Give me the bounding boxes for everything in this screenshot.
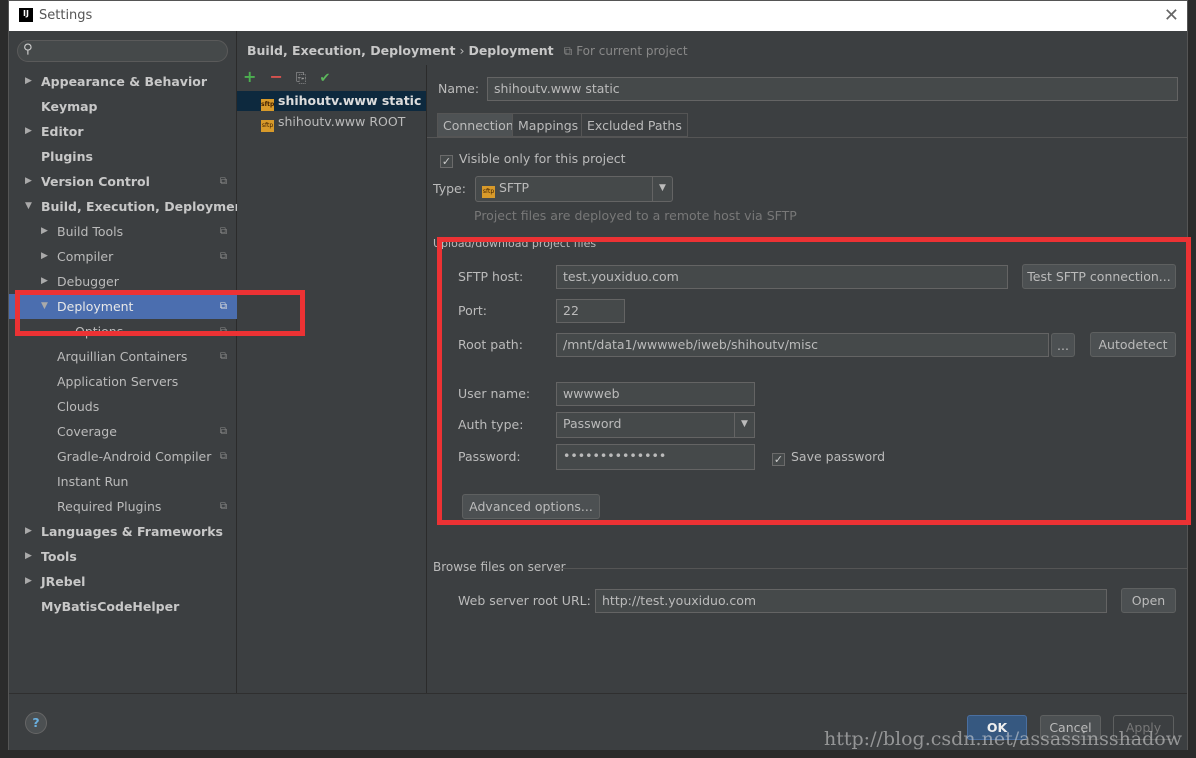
chevron-right-icon[interactable]: ▶ — [25, 69, 32, 94]
settings-sidebar: ⚲ ▶ Appearance & Behavior Keymap ▶ Editor Plu… — [9, 31, 249, 693]
close-icon[interactable]: ✕ — [1164, 5, 1179, 26]
sidebar-item-label: Editor — [41, 124, 84, 139]
project-scope-icon: ⧉ — [219, 226, 227, 237]
checkbox-checked-icon: ✓ — [440, 155, 453, 168]
tab-excluded-paths[interactable]: Excluded Paths — [581, 113, 688, 137]
project-scope-icon: ⧉ — [219, 426, 227, 437]
sidebar-item[interactable]: Required Plugins ⧉ — [9, 494, 237, 519]
settings-window: IJ Settings ✕ ⚲ ▶ Appearance & Behavior Ke… — [8, 0, 1191, 750]
project-scope-icon: ⧉ — [219, 451, 227, 462]
intellij-logo-icon: IJ — [19, 8, 33, 22]
visible-only-label: Visible only for this project — [459, 151, 626, 166]
sftp-icon: sftp — [482, 186, 495, 198]
sidebar-item-label: Plugins — [41, 149, 93, 164]
type-dropdown[interactable]: sftp SFTP ▼ — [475, 176, 673, 202]
watermark: http://blog.csdn.net/assassinsshadow — [824, 728, 1183, 750]
type-label: Type: — [433, 181, 466, 196]
sidebar-item-label: Build Tools — [57, 224, 124, 239]
sidebar-item[interactable]: Coverage ⧉ — [9, 419, 237, 444]
server-name: shihoutv.www static — [278, 93, 422, 108]
type-value: SFTP — [499, 180, 530, 195]
sidebar-item-label: Version Control — [41, 174, 150, 189]
help-button[interactable]: ? — [25, 712, 47, 734]
type-hint: Project files are deployed to a remote h… — [474, 208, 797, 223]
tab-connection[interactable]: Connection — [437, 113, 520, 137]
sidebar-item-label: MyBatisCodeHelper — [41, 599, 180, 614]
sidebar-item[interactable]: ▶ Editor — [9, 119, 237, 144]
search-icon: ⚲ — [23, 42, 33, 57]
open-button[interactable]: Open — [1121, 588, 1176, 613]
browse-section-title: Browse files on server — [433, 560, 566, 574]
sidebar-item-label: Appearance & Behavior — [41, 74, 207, 89]
chevron-down-icon[interactable]: ▼ — [25, 194, 32, 219]
sidebar-item[interactable]: Instant Run — [9, 469, 237, 494]
sidebar-item-label: Instant Run — [57, 474, 129, 489]
sidebar-item-label: Keymap — [41, 99, 98, 114]
set-default-icon[interactable]: ✔ — [320, 71, 331, 86]
sidebar-item-label: Required Plugins — [57, 499, 162, 514]
sftp-icon: sftp — [261, 99, 274, 111]
chevron-right-icon[interactable]: ▶ — [25, 519, 32, 544]
sidebar-item[interactable]: Plugins — [9, 144, 237, 169]
sftp-icon: sftp — [261, 120, 274, 132]
project-scope-icon: ⧉ — [219, 351, 227, 362]
sidebar-item[interactable]: ▶ Version Control ⧉ — [9, 169, 237, 194]
web-root-url-label: Web server root URL: — [458, 593, 591, 608]
sidebar-item-label: JRebel — [41, 574, 86, 589]
sidebar-item-label: Build, Execution, Deployment — [41, 199, 250, 214]
sidebar-item-label: Clouds — [57, 399, 100, 414]
breadcrumb-parent[interactable]: Build, Execution, Deployment — [247, 43, 455, 58]
sidebar-item[interactable]: Clouds — [9, 394, 237, 419]
add-icon[interactable]: + — [243, 67, 256, 86]
sidebar-item-label: Tools — [41, 549, 77, 564]
server-name: shihoutv.www ROOT — [278, 114, 406, 129]
sidebar-item[interactable]: ▶ Languages & Frameworks — [9, 519, 237, 544]
visible-only-checkbox[interactable]: ✓ Visible only for this project — [440, 151, 626, 168]
sidebar-item-label: Application Servers — [57, 374, 179, 389]
highlight-box-connection — [437, 237, 1191, 525]
sidebar-item[interactable]: MyBatisCodeHelper — [9, 594, 237, 619]
project-scope-icon: ⧉ — [219, 176, 227, 187]
sidebar-item[interactable]: ▶ Appearance & Behavior — [9, 69, 237, 94]
title-bar: IJ Settings ✕ — [9, 1, 1187, 31]
name-label: Name: — [438, 81, 480, 96]
chevron-right-icon[interactable]: ▶ — [25, 169, 32, 194]
chevron-right-icon[interactable]: ▶ — [25, 569, 32, 594]
copy-icon[interactable]: ⎘ — [296, 71, 306, 86]
server-list-panel: + − ⎘ ✔ sftp shihoutv.www static sftp shih… — [237, 65, 427, 693]
sidebar-item[interactable]: ▶ JRebel — [9, 569, 237, 594]
remove-icon[interactable]: − — [270, 67, 283, 86]
highlight-box-deployment — [15, 290, 305, 336]
name-input[interactable]: shihoutv.www static — [487, 77, 1178, 101]
window-title: Settings — [39, 8, 93, 23]
chevron-right-icon[interactable]: ▶ — [25, 544, 32, 569]
sidebar-item[interactable]: Application Servers — [9, 369, 237, 394]
sidebar-item[interactable]: ▶ Build Tools ⧉ — [9, 219, 237, 244]
sidebar-item-label: Arquillian Containers — [57, 349, 188, 364]
sidebar-item[interactable]: ▶ Compiler ⧉ — [9, 244, 237, 269]
sidebar-item[interactable]: Keymap — [9, 94, 237, 119]
sidebar-item-label: Gradle-Android Compiler — [57, 449, 212, 464]
project-scope-icon: ⧉ — [219, 501, 227, 512]
chevron-right-icon[interactable]: ▶ — [41, 219, 48, 244]
sidebar-item-label: Languages & Frameworks — [41, 524, 223, 539]
chevron-right-icon[interactable]: ▶ — [41, 244, 48, 269]
web-root-url-input[interactable]: http://test.youxiduo.com — [595, 589, 1107, 613]
sidebar-item[interactable]: ▼ Build, Execution, Deployment — [9, 194, 249, 219]
search-input[interactable]: ⚲ — [17, 40, 228, 62]
chevron-down-icon: ▼ — [652, 177, 672, 201]
server-item[interactable]: sftp shihoutv.www static — [237, 91, 426, 111]
chevron-right-icon[interactable]: ▶ — [25, 119, 32, 144]
sidebar-item-label: Coverage — [57, 424, 117, 439]
sidebar-item[interactable]: Gradle-Android Compiler ⧉ — [9, 444, 237, 469]
sidebar-item[interactable]: ▶ Tools — [9, 544, 237, 569]
sidebar-item[interactable]: Arquillian Containers ⧉ — [9, 344, 237, 369]
project-scope-icon: ⧉ — [219, 251, 227, 262]
tab-mappings[interactable]: Mappings — [512, 113, 585, 137]
sidebar-item-label: Compiler — [57, 249, 114, 264]
server-item[interactable]: sftp shihoutv.www ROOT — [237, 112, 426, 132]
